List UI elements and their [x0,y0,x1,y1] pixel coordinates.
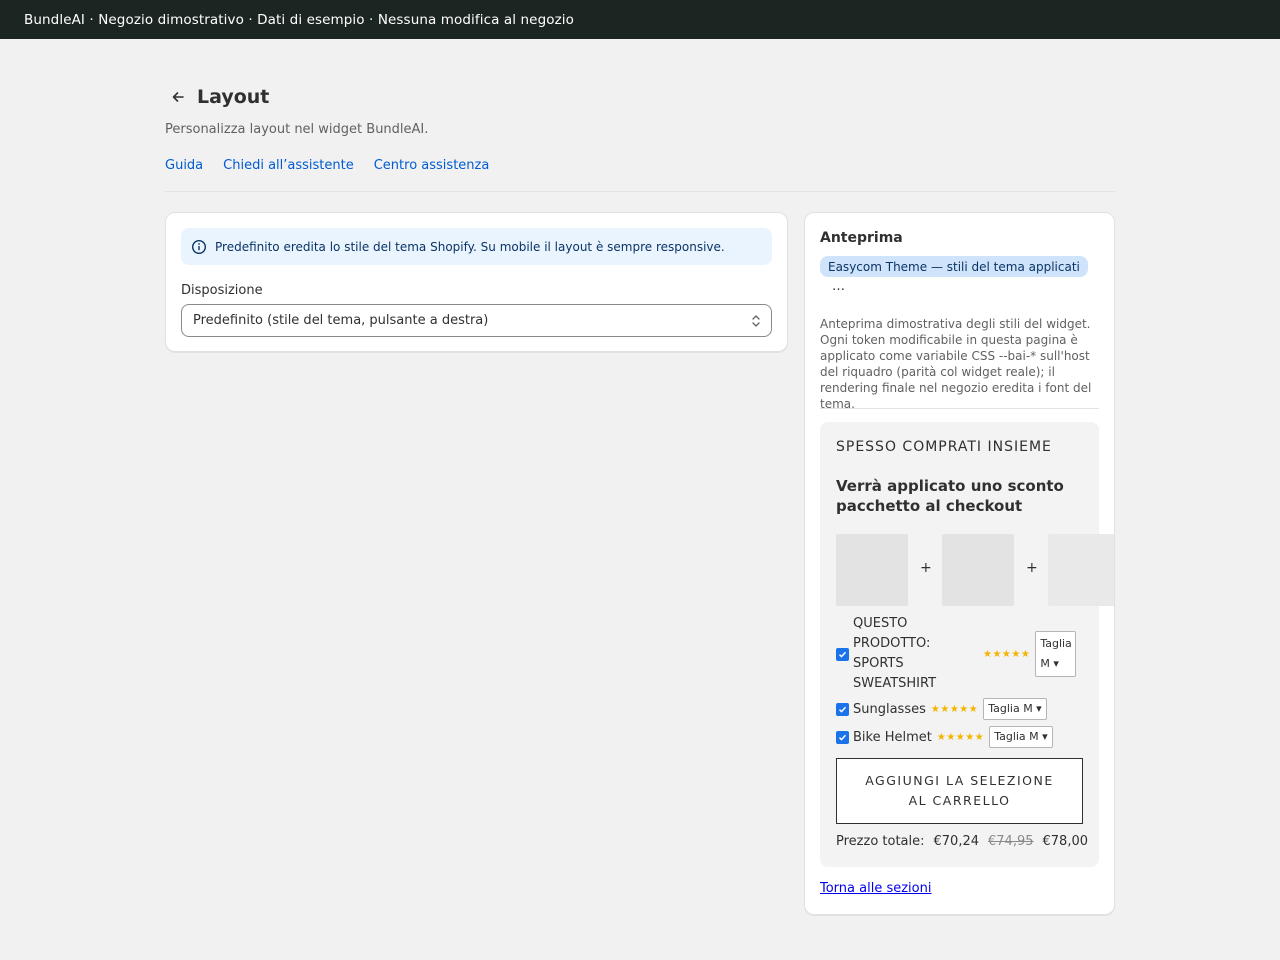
preview-divider [820,408,1099,409]
total-price: €70,24 [933,834,980,849]
plus-sign: + [1026,560,1038,576]
bundle-widget-preview: SPESSO COMPRATI INSIEME Verrà applicato … [820,422,1114,867]
bundle-item: Bike Helmet ★★★★★ Taglia M ▾ [836,726,1053,748]
widget-kicker: SPESSO COMPRATI INSIEME [836,439,1052,455]
item-checkbox[interactable] [836,647,849,661]
top-banner-text: BundleAI · Negozio dimostrativo · Dati d… [24,11,574,28]
back-button[interactable] [165,84,191,110]
cta-label: AGGIUNGI LA SELEZIONE AL CARRELLO [865,773,1054,808]
item-checkbox[interactable] [836,702,849,716]
page-subtitle: Personalizza layout nel widget BundleAI. [165,122,429,137]
item-checkbox[interactable] [836,730,849,744]
rating-stars: ★★★★★ [930,703,979,715]
size-select[interactable]: Taglia M ▾ [983,698,1047,720]
original-price: €74,95 [988,834,1034,849]
page-title: Layout [197,86,270,108]
product-thumbnail [836,534,908,606]
preview-title: Anteprima [820,230,903,246]
bundle-item: Sunglasses ★★★★★ Taglia M ▾ [836,698,1047,720]
size-select[interactable]: Taglia M ▾ [989,726,1053,748]
info-banner-text: Predefinito eredita lo stile del tema Sh… [215,239,725,254]
header-divider [165,191,1115,192]
page-header: Layout Personalizza layout nel widget Bu… [165,84,1115,173]
layout-field-label: Disposizione [181,283,263,298]
product-thumbnail [942,534,1014,606]
total-price-row: Prezzo totale: €70,24 €74,95 €78,00 [836,834,1088,849]
layout-select-value: Predefinito (stile del tema, pulsante a … [193,313,489,328]
help-links: Guida Chiedi all’assistente Centro assis… [165,158,489,173]
top-banner: BundleAI · Negozio dimostrativo · Dati d… [0,0,1280,39]
theme-badge: Easycom Theme — stili del tema applicati [820,256,1088,277]
checkmark-icon [838,706,847,713]
info-banner: Predefinito eredita lo stile del tema Sh… [181,228,772,265]
widget-heading: Verrà applicato uno sconto pacchetto al … [836,477,1064,515]
link-help-center[interactable]: Centro assistenza [374,158,490,173]
product-thumbnail [1048,534,1114,606]
arrow-left-icon [172,92,184,102]
select-updown-icon [752,315,760,327]
settings-card: Predefinito eredita lo stile del tema Sh… [165,212,788,352]
bundle-item: QUESTO PRODOTTO: SPORTS SWEATSHIRT ★★★★★… [836,614,1083,694]
rating-stars: ★★★★★ [936,731,985,743]
back-to-sections-link[interactable]: Torna alle sezioni [820,881,931,896]
checkmark-icon [838,734,847,741]
total-label: Prezzo totale: [836,834,925,849]
size-select[interactable]: Taglia M ▾ [1035,631,1077,677]
layout-select[interactable]: Predefinito (stile del tema, pulsante a … [181,304,772,337]
add-bundle-to-cart-button[interactable]: AGGIUNGI LA SELEZIONE AL CARRELLO [836,758,1083,824]
item-label: Sunglasses [853,701,926,717]
rating-stars: ★★★★★ [983,648,1031,660]
preview-card: Anteprima Easycom Theme — stili del tema… [804,212,1115,915]
other-price: €78,00 [1042,834,1089,849]
item-label: Bike Helmet [853,729,932,745]
link-guide[interactable]: Guida [165,158,203,173]
link-ask-assistant[interactable]: Chiedi all’assistente [223,158,354,173]
info-icon [191,239,207,255]
more-ellipsis[interactable]: … [832,279,845,294]
preview-description: Anteprima dimostrativa degli stili del w… [820,317,1092,411]
plus-sign: + [920,560,932,576]
checkmark-icon [838,651,847,658]
item-label: QUESTO PRODOTTO: SPORTS SWEATSHIRT [853,616,937,691]
